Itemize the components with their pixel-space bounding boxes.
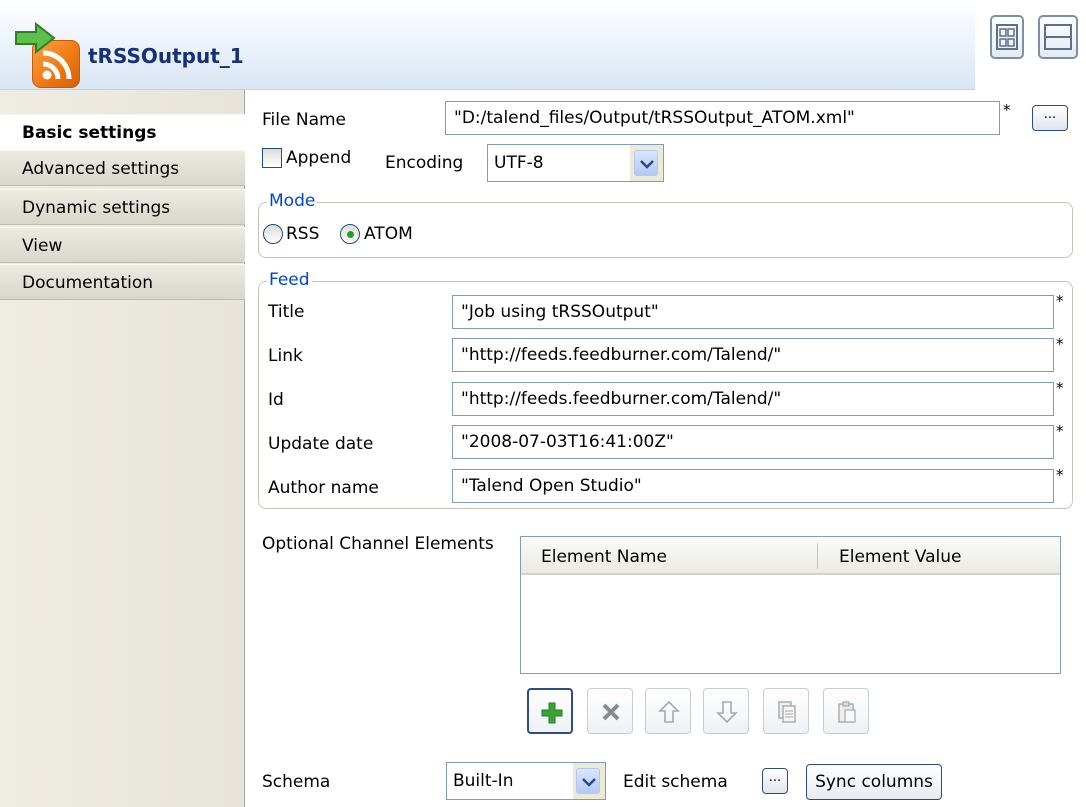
copy-icon — [778, 701, 796, 723]
required-marker: * — [1056, 292, 1064, 310]
paste-button[interactable] — [823, 688, 869, 734]
sidebar-item-advanced-settings[interactable]: Advanced settings — [0, 150, 245, 186]
author-name-label: Author name — [268, 478, 379, 498]
sidebar-item-label: View — [22, 236, 63, 256]
rss-radio-label: RSS — [286, 224, 320, 244]
channel-elements-label: Optional Channel Elements — [262, 534, 494, 554]
append-label: Append — [286, 148, 352, 168]
sidebar-item-view[interactable]: View — [0, 227, 245, 263]
append-checkbox[interactable] — [262, 148, 282, 168]
link-input[interactable]: "http://feeds.feedburner.com/Talend/" — [452, 338, 1054, 372]
chevron-down-icon[interactable] — [576, 768, 600, 794]
sidebar-item-basic-settings[interactable]: Basic settings — [0, 114, 246, 150]
component-title: tRSSOutput_1 — [88, 44, 244, 68]
sidebar-item-label: Dynamic settings — [22, 198, 171, 218]
schema-label: Schema — [262, 772, 331, 792]
sidebar-item-dynamic-settings[interactable]: Dynamic settings — [0, 189, 245, 225]
update-date-label: Update date — [268, 434, 374, 454]
schema-value: Built-In — [447, 763, 573, 799]
radio-selected-dot — [347, 231, 354, 238]
atom-radio-label: ATOM — [364, 224, 413, 244]
copy-button[interactable] — [763, 688, 809, 734]
required-marker: * — [1056, 335, 1064, 353]
delete-icon — [602, 703, 620, 721]
feed-legend: Feed — [267, 270, 312, 290]
move-down-button[interactable] — [703, 688, 749, 734]
chevron-down-icon[interactable] — [634, 150, 658, 176]
table-header: Element Name Element Value — [521, 537, 1060, 575]
component-icon — [14, 22, 80, 88]
atom-radio[interactable] — [340, 224, 360, 244]
sidebar-item-label: Basic settings — [22, 123, 157, 143]
paste-icon — [838, 701, 856, 723]
update-date-input[interactable]: "2008-07-03T16:41:00Z" — [452, 425, 1054, 459]
move-up-icon — [658, 700, 680, 723]
column-divider[interactable] — [817, 543, 818, 569]
green-arrow-icon — [15, 22, 56, 54]
sync-columns-button[interactable]: Sync columns — [806, 764, 942, 800]
sidebar-item-documentation[interactable]: Documentation — [0, 264, 245, 300]
settings-sidebar: Basic settings Advanced settings Dynamic… — [0, 90, 246, 807]
add-icon — [541, 702, 563, 724]
title-label: Title — [268, 302, 305, 322]
encoding-select[interactable]: UTF-8 — [487, 144, 664, 182]
edit-schema-button[interactable]: ... — [762, 768, 788, 794]
required-marker: * — [1056, 379, 1064, 397]
component-header: tRSSOutput_1 — [0, 0, 975, 90]
edit-schema-label: Edit schema — [623, 772, 728, 792]
column-header-element-name[interactable]: Element Name — [541, 537, 667, 573]
id-label: Id — [268, 390, 284, 410]
channel-elements-table[interactable]: Element Name Element Value — [520, 536, 1061, 674]
encoding-label: Encoding — [385, 153, 464, 173]
required-marker: * — [1003, 101, 1011, 119]
move-down-icon — [716, 701, 738, 724]
mode-legend: Mode — [267, 191, 318, 211]
grid-layout-icon[interactable] — [990, 15, 1024, 59]
encoding-value: UTF-8 — [488, 145, 630, 181]
title-input[interactable]: "Job using tRSSOutput" — [452, 295, 1054, 329]
schema-select[interactable]: Built-In — [446, 762, 606, 800]
delete-row-button[interactable] — [587, 688, 633, 734]
rss-radio[interactable] — [263, 224, 283, 244]
move-up-button[interactable] — [645, 688, 691, 734]
file-name-input[interactable]: "D:/talend_files/Output/tRSSOutput_ATOM.… — [445, 101, 1000, 135]
required-marker: * — [1056, 466, 1064, 484]
column-header-element-value[interactable]: Element Value — [839, 537, 961, 573]
sidebar-item-label: Documentation — [22, 273, 154, 293]
required-marker: * — [1056, 422, 1064, 440]
split-layout-icon[interactable] — [1038, 15, 1078, 59]
sidebar-item-label: Advanced settings — [22, 159, 180, 179]
id-input[interactable]: "http://feeds.feedburner.com/Talend/" — [452, 382, 1054, 416]
link-label: Link — [268, 346, 303, 366]
browse-file-button[interactable]: ... — [1032, 105, 1068, 131]
add-row-button[interactable] — [527, 688, 573, 734]
file-name-label: File Name — [262, 110, 347, 130]
author-name-input[interactable]: "Talend Open Studio" — [452, 469, 1054, 503]
